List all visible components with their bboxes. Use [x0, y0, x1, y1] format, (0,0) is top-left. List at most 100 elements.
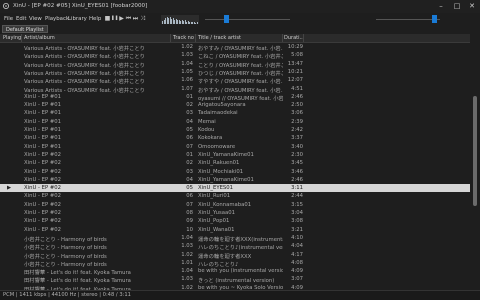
column-duration[interactable]: Durati... [284, 35, 304, 41]
row-track-no: 1.07 [181, 85, 193, 92]
row-title: XinU_EYES01 [198, 185, 234, 192]
column-divider[interactable] [303, 34, 304, 42]
row-track-no: 03 [186, 168, 193, 175]
row-artist: XinU - EP #01 [24, 135, 62, 142]
column-track-no[interactable]: Track no [173, 35, 194, 41]
volume-handle[interactable] [432, 15, 438, 23]
row-duration: 3:21 [291, 226, 303, 233]
window-title: XinU - [EP #02 #05] XinU_EYES01 [foobar2… [13, 3, 148, 9]
playlist-row[interactable]: XinU - EP #02 08 XinU_Yusaa01 3:04 [0, 209, 470, 217]
playlist-row[interactable]: XinU - EP #02 04 XinU_YamanaKime01 2:46 [0, 176, 470, 184]
playlist-row[interactable]: XinU - EP #02 02 XinU_Rakuen01 3:45 [0, 159, 470, 167]
row-track-no: 07 [186, 143, 193, 150]
row-artist: XinU - EP #01 [24, 127, 62, 133]
row-duration: 4:08 [291, 259, 303, 266]
playlist-row[interactable]: 田村響華 - Let's do it! feat. Kyoka Tamura 1.… [0, 275, 470, 284]
minimize-button[interactable]: – [434, 1, 448, 11]
previous-icon[interactable]: ⏮ [125, 15, 132, 23]
close-button[interactable]: ✕ [465, 1, 479, 11]
random-icon[interactable]: ⤨ [139, 15, 146, 23]
column-divider[interactable] [195, 34, 196, 42]
column-divider[interactable] [21, 34, 22, 42]
tab-default-playlist[interactable]: Default Playlist [2, 25, 48, 33]
playlist-row[interactable]: XinU - EP #01 04 Memai 2:39 [0, 118, 470, 126]
now-playing-icon: ▶ [7, 185, 12, 192]
row-track-no: 03 [186, 110, 193, 117]
column-artist[interactable]: Artist/album [24, 35, 55, 41]
playlist-header: Playing Artist/album Track no Title / tr… [0, 34, 470, 43]
playlist-row[interactable]: XinU - EP #02 06 XinU_Ruri01 2:44 [0, 192, 470, 200]
playlist-row[interactable]: Various Artists - OYASUMIRY feat. 小岩井ことり… [0, 76, 470, 85]
row-artist: XinU - EP #02 [24, 201, 62, 208]
maximize-button[interactable]: □ [450, 1, 464, 11]
menu-help[interactable]: Help [89, 16, 101, 22]
volume-bar[interactable] [376, 19, 440, 20]
row-duration: 2:46 [291, 176, 303, 183]
playlist-row[interactable]: XinU - EP #01 01 oyasumi // OYASUMIRY feat… [0, 93, 470, 102]
seek-handle[interactable] [223, 15, 229, 23]
playlist-row[interactable]: Various Artists - OYASUMIRY feat. 小岩井ことり… [0, 68, 470, 77]
playlist-row[interactable]: 田村響華 - Let's do it! feat. Kyoka Tamura 1.… [0, 267, 470, 276]
playlist-row[interactable]: 小岩井ことり - Harmony of birds 1.04 運命の輪を廻す者XXX… [0, 234, 470, 243]
menu-edit[interactable]: Edit [16, 16, 26, 22]
next-icon[interactable]: ⏭ [132, 15, 139, 23]
column-divider[interactable] [282, 34, 283, 42]
row-track-no: 1.04 [181, 60, 193, 67]
row-duration: 3:06 [291, 110, 303, 117]
row-artist: XinU - EP #02 [24, 168, 62, 175]
menu-file[interactable]: File [4, 16, 13, 22]
playlist-row[interactable]: Various Artists - OYASUMIRY feat. 小岩井ことり… [0, 60, 470, 69]
playlist-scrollbar[interactable] [470, 34, 480, 290]
column-title[interactable]: Title / track artist [198, 35, 241, 41]
playlist-row[interactable]: 小岩井ことり - Harmony of birds 1.03 ハレのちことり♪(in… [0, 242, 470, 251]
playlist-row[interactable]: XinU - EP #02 09 XinU_Pop01 3:08 [0, 217, 470, 225]
playlist-row[interactable]: XinU - EP #02 10 XinU_Wana01 3:21 [0, 226, 470, 234]
seek-bar[interactable] [205, 19, 290, 20]
row-duration: 4:51 [291, 85, 303, 92]
title-bar: XinU - [EP #02 #05] XinU_EYES01 [foobar2… [0, 0, 480, 13]
row-duration: 3:37 [291, 135, 303, 142]
scrollbar-thumb[interactable] [473, 96, 477, 206]
row-duration: 10:21 [287, 68, 303, 75]
column-playing[interactable]: Playing [3, 35, 21, 41]
stop-icon[interactable]: ■ [104, 15, 111, 23]
playlist-row[interactable]: XinU - EP #01 03 Tadaimaodekai 3:06 [0, 109, 470, 117]
menu-library[interactable]: Library [68, 16, 87, 22]
row-track-no: 1.03 [181, 276, 193, 283]
playlist-row[interactable]: XinU - EP #02 07 XinU_Konnamaba01 3:15 [0, 201, 470, 209]
playlist-row[interactable]: XinU - EP #01 02 Arigatou5ayonara 2:50 [0, 101, 470, 109]
playlist-row-selected[interactable]: ▶ XinU - EP #02 05 XinU_EYES01 3:11 [0, 184, 470, 193]
row-track-no: 1.04 [181, 268, 193, 275]
row-artist: XinU - EP #01 [24, 93, 62, 100]
row-duration: 4:09 [291, 268, 303, 275]
row-artist: XinU - EP #02 [24, 218, 62, 225]
playlist-row[interactable]: Various Artists - OYASUMIRY feat. 小岩井ことり… [0, 43, 470, 52]
row-duration: 2:42 [291, 127, 303, 133]
row-track-no: 05 [186, 185, 193, 192]
playlist[interactable]: Various Artists - OYASUMIRY feat. 小岩井ことり… [0, 43, 470, 290]
playlist-row[interactable]: XinU - EP #02 01 XinU_YamanaKime01 2:30 [0, 151, 470, 159]
row-title: be with you (instrumental version) [198, 268, 283, 275]
row-track-no: 02 [186, 102, 193, 109]
column-divider[interactable] [170, 34, 171, 42]
row-duration: 2:39 [291, 118, 303, 125]
play-icon[interactable]: ▶ [118, 15, 125, 23]
row-track-no: 04 [186, 176, 193, 183]
row-track-no: 1.05 [181, 68, 193, 75]
row-artist: XinU - EP #02 [24, 226, 62, 233]
row-title: XinU_Wana01 [198, 226, 235, 233]
row-artist: XinU - EP #02 [24, 185, 62, 192]
playlist-row[interactable]: XinU - EP #01 07 Omoomoware 3:40 [0, 143, 470, 151]
playlist-row[interactable]: 小岩井ことり - Harmony of birds 1.02 運命の輪を廻す者XXX… [0, 251, 470, 260]
playlist-row[interactable]: Various Artists - OYASUMIRY feat. 小岩井ことり… [0, 51, 470, 60]
menu-playback[interactable]: Playback [45, 16, 69, 22]
playlist-row[interactable]: Various Artists - OYASUMIRY feat. 小岩井ことり… [0, 85, 470, 94]
playlist-row[interactable]: XinU - EP #01 06 Kokokara 3:37 [0, 134, 470, 142]
row-title: XinU_Konnamaba01 [198, 201, 252, 208]
row-artist: XinU - EP #01 [24, 102, 62, 109]
pause-icon[interactable]: ❚❚ [111, 15, 119, 23]
playlist-row[interactable]: XinU - EP #02 03 XinU_Mochiaki01 3:46 [0, 168, 470, 176]
menu-view[interactable]: View [29, 16, 42, 22]
playlist-row[interactable]: XinU - EP #01 05 Kodou 2:42 [0, 126, 470, 134]
playlist-row[interactable]: 小岩井ことり - Harmony of birds 1.01 ハレのちことり♪ 4:0… [0, 259, 470, 268]
